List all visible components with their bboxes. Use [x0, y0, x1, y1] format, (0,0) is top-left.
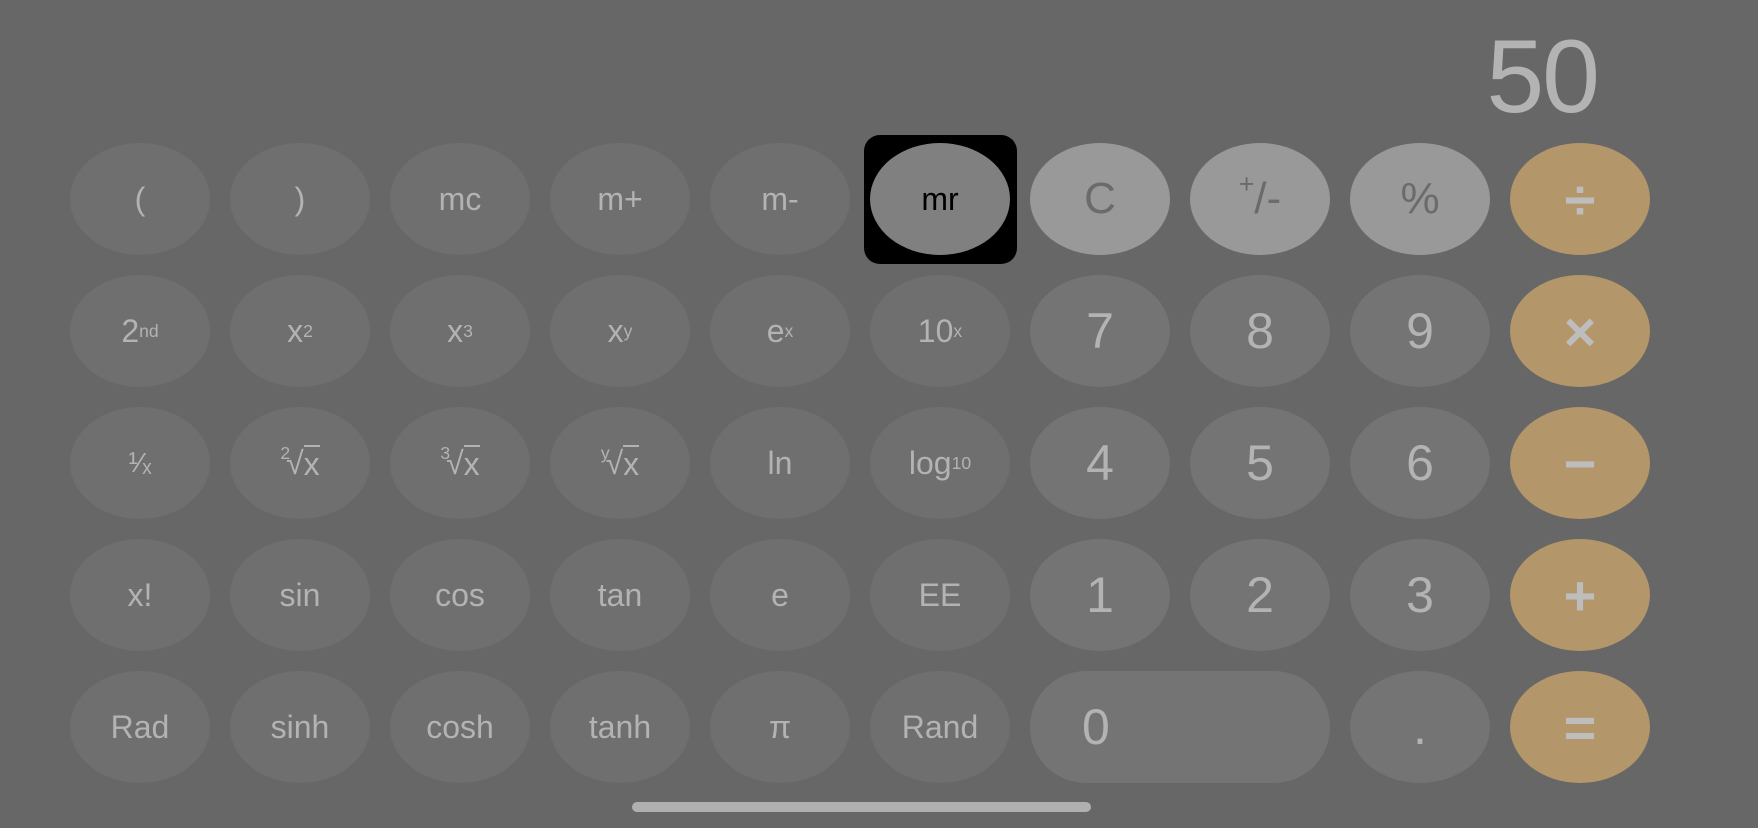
natural-log-button[interactable]: ln: [710, 407, 850, 519]
factorial-button[interactable]: x!: [70, 539, 210, 651]
digit-9-button[interactable]: 9: [1350, 275, 1490, 387]
plus-minus-sup: +: [1238, 169, 1255, 199]
second-base: 2: [121, 312, 140, 349]
reciprocal-button[interactable]: ¹⁄ₓ: [70, 407, 210, 519]
open-paren-button[interactable]: (: [70, 143, 210, 255]
tanh-button[interactable]: tanh: [550, 671, 690, 783]
ten-power-base: 10: [917, 312, 954, 349]
cube-root-button[interactable]: 3 √ x: [390, 407, 530, 519]
decimal-point-button[interactable]: .: [1350, 671, 1490, 783]
square-base: x: [287, 312, 304, 349]
digit-4-button[interactable]: 4: [1030, 407, 1170, 519]
multiply-button[interactable]: ×: [1510, 275, 1650, 387]
y-root-icon: y √ x: [600, 442, 640, 482]
log-base: log: [908, 444, 952, 481]
cube-base: x: [447, 312, 464, 349]
memory-add-button[interactable]: m+: [550, 143, 690, 255]
cosh-button[interactable]: cosh: [390, 671, 530, 783]
y-root-button[interactable]: y √ x: [550, 407, 690, 519]
sinh-button[interactable]: sinh: [230, 671, 370, 783]
plus-minus-button[interactable]: +/-: [1190, 143, 1330, 255]
exponent-entry-button[interactable]: EE: [870, 539, 1010, 651]
digit-3-button[interactable]: 3: [1350, 539, 1490, 651]
power-button[interactable]: xy: [550, 275, 690, 387]
rad-deg-toggle-button[interactable]: Rad: [70, 671, 210, 783]
equals-button[interactable]: =: [1510, 671, 1650, 783]
ten-power-button[interactable]: 10 x: [870, 275, 1010, 387]
close-paren-button[interactable]: ): [230, 143, 370, 255]
random-button[interactable]: Rand: [870, 671, 1010, 783]
cos-button[interactable]: cos: [390, 539, 530, 651]
digit-7-button[interactable]: 7: [1030, 275, 1170, 387]
power-base: x: [607, 312, 624, 349]
pi-button[interactable]: π: [710, 671, 850, 783]
second-function-button[interactable]: 2nd: [70, 275, 210, 387]
calculator-screen: 50 ( ) mc m+ m- mr C +/- % ÷ 2nd x2 x3 x…: [0, 0, 1758, 828]
memory-clear-button[interactable]: mc: [390, 143, 530, 255]
square-button[interactable]: x2: [230, 275, 370, 387]
memory-recall-button[interactable]: mr: [870, 143, 1010, 255]
tan-button[interactable]: tan: [550, 539, 690, 651]
cube-button[interactable]: x3: [390, 275, 530, 387]
home-indicator[interactable]: [632, 802, 1091, 812]
square-root-icon: 2 √ x: [280, 442, 320, 482]
percent-button[interactable]: %: [1350, 143, 1490, 255]
digit-1-button[interactable]: 1: [1030, 539, 1170, 651]
log10-button[interactable]: log 10: [870, 407, 1010, 519]
divide-button[interactable]: ÷: [1510, 143, 1650, 255]
exp-base: e: [766, 312, 785, 349]
add-button[interactable]: +: [1510, 539, 1650, 651]
digit-2-button[interactable]: 2: [1190, 539, 1330, 651]
digit-6-button[interactable]: 6: [1350, 407, 1490, 519]
exp-button[interactable]: ex: [710, 275, 850, 387]
digit-8-button[interactable]: 8: [1190, 275, 1330, 387]
clear-button[interactable]: C: [1030, 143, 1170, 255]
sin-button[interactable]: sin: [230, 539, 370, 651]
cube-root-icon: 3 √ x: [440, 442, 480, 482]
plus-minus-rest: /-: [1254, 174, 1282, 223]
digit-0-button[interactable]: 0: [1030, 671, 1330, 783]
result-display: 50: [1486, 19, 1600, 135]
memory-subtract-button[interactable]: m-: [710, 143, 850, 255]
digit-5-button[interactable]: 5: [1190, 407, 1330, 519]
euler-button[interactable]: e: [710, 539, 850, 651]
subtract-button[interactable]: −: [1510, 407, 1650, 519]
square-root-button[interactable]: 2 √ x: [230, 407, 370, 519]
